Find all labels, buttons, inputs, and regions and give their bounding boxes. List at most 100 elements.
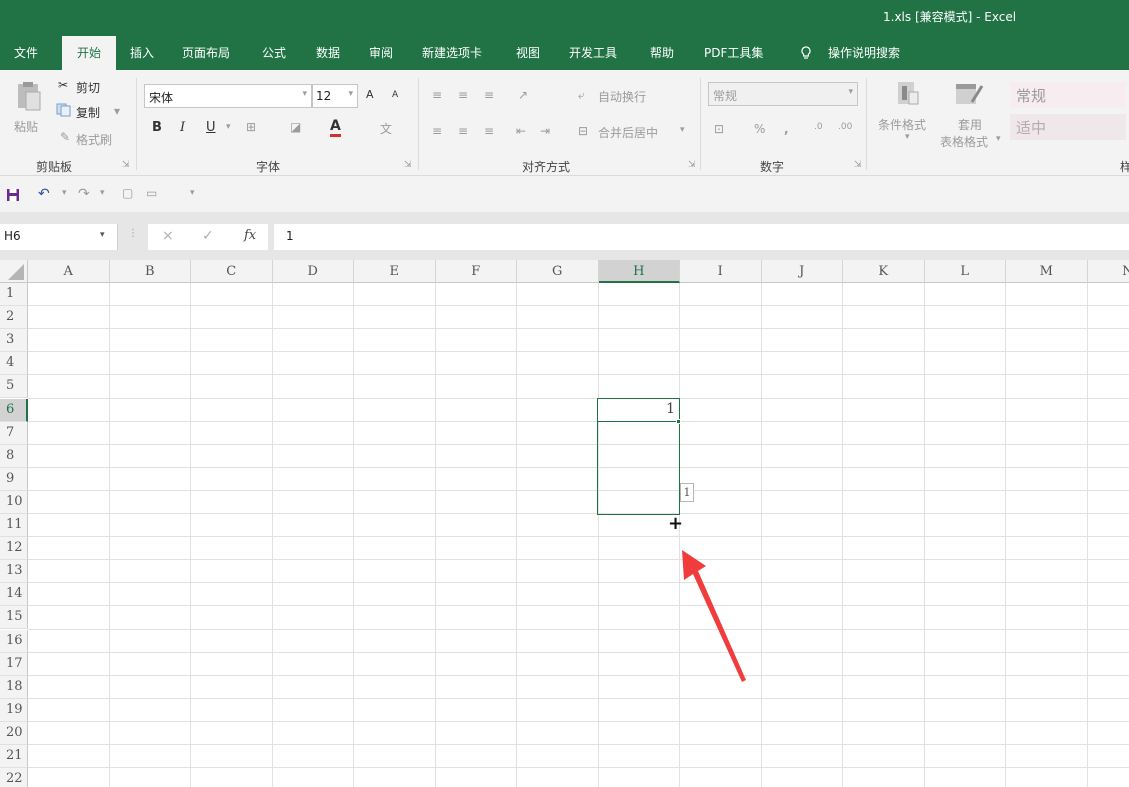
align-middle-icon[interactable]: ≡: [458, 88, 468, 102]
borders-icon[interactable]: ⊞: [246, 120, 256, 134]
row-header-22[interactable]: 22: [0, 768, 28, 787]
paste-label[interactable]: 粘贴: [14, 118, 38, 135]
orientation-icon[interactable]: ↗: [518, 88, 528, 102]
row-header-3[interactable]: 3: [0, 329, 28, 353]
tab-home[interactable]: 开始: [62, 36, 116, 70]
row-header-16[interactable]: 16: [0, 629, 28, 653]
font-launcher-icon[interactable]: ⇲: [404, 160, 412, 170]
tab-new-tab[interactable]: 新建选项卡: [422, 36, 482, 70]
tab-data[interactable]: 数据: [316, 36, 340, 70]
formula-input[interactable]: 1: [274, 224, 1129, 250]
tab-insert[interactable]: 插入: [130, 36, 154, 70]
wrap-text-button[interactable]: 自动换行: [598, 88, 646, 105]
underline-button[interactable]: U: [206, 120, 216, 135]
increase-decimal-icon[interactable]: .0: [814, 122, 823, 132]
redo-icon[interactable]: ↷: [78, 186, 90, 202]
tab-help[interactable]: 帮助: [650, 36, 674, 70]
column-header-H[interactable]: H: [598, 260, 680, 283]
clipboard-launcher-icon[interactable]: ⇲: [122, 160, 130, 170]
row-header-13[interactable]: 13: [0, 560, 28, 584]
drag-handle-icon[interactable]: ⋮: [128, 228, 138, 239]
row-header-15[interactable]: 15: [0, 606, 28, 630]
chevron-down-icon[interactable]: ▾: [996, 134, 1001, 144]
italic-button[interactable]: I: [180, 120, 185, 135]
column-header-F[interactable]: F: [435, 260, 517, 283]
bold-button[interactable]: B: [152, 120, 162, 135]
row-header-5[interactable]: 5: [0, 375, 28, 399]
worksheet-grid[interactable]: A B C D E F G H I J K L M N 1 2 3 4 5 6 7 8 9 10 11 12 13 14 15 16 17 1…: [0, 260, 1129, 787]
conditional-format-icon[interactable]: [896, 80, 922, 108]
tab-pdf-tools[interactable]: PDF工具集: [704, 36, 763, 70]
tell-me-search[interactable]: 操作说明搜索: [828, 36, 900, 70]
row-header-6[interactable]: 6: [0, 398, 28, 422]
number-launcher-icon[interactable]: ⇲: [854, 160, 862, 170]
active-cell-H6[interactable]: 1: [597, 398, 680, 422]
wrap-text-icon[interactable]: ⤶: [578, 88, 585, 103]
format-painter-icon[interactable]: ✎: [60, 130, 70, 144]
insert-function-button[interactable]: fx: [244, 228, 256, 243]
style-neutral[interactable]: 适中: [1010, 114, 1126, 140]
tab-developer[interactable]: 开发工具: [569, 36, 617, 70]
column-header-E[interactable]: E: [354, 260, 436, 283]
format-as-table-line1[interactable]: 套用: [958, 116, 982, 133]
align-left-icon[interactable]: ≡: [432, 124, 442, 138]
align-center-icon[interactable]: ≡: [458, 124, 468, 138]
row-header-20[interactable]: 20: [0, 721, 28, 745]
phonetic-button[interactable]: 文: [380, 120, 392, 137]
row-header-11[interactable]: 11: [0, 514, 28, 538]
tab-file[interactable]: 文件: [14, 36, 38, 70]
row-header-1[interactable]: 1: [0, 283, 28, 307]
font-name-select[interactable]: 宋体 ▾: [144, 84, 312, 108]
column-header-L[interactable]: L: [924, 260, 1006, 283]
column-header-N[interactable]: N: [1087, 260, 1129, 283]
row-header-14[interactable]: 14: [0, 583, 28, 607]
column-header-C[interactable]: C: [191, 260, 273, 283]
row-header-8[interactable]: 8: [0, 444, 28, 468]
chevron-down-icon[interactable]: ▾: [905, 132, 910, 142]
column-header-M[interactable]: M: [1006, 260, 1088, 283]
merge-center-button[interactable]: 合并后居中: [598, 124, 658, 141]
fill-color-icon[interactable]: ◪: [290, 120, 301, 134]
tab-view[interactable]: 视图: [516, 36, 540, 70]
conditional-format-button[interactable]: 条件格式: [878, 116, 926, 133]
row-header-2[interactable]: 2: [0, 306, 28, 330]
save-icon[interactable]: [6, 188, 20, 202]
print-preview-icon[interactable]: ▢: [122, 186, 133, 200]
tab-page-layout[interactable]: 页面布局: [182, 36, 230, 70]
format-painter-button[interactable]: 格式刷: [76, 131, 112, 148]
row-header-12[interactable]: 12: [0, 537, 28, 561]
column-header-A[interactable]: A: [28, 260, 110, 283]
currency-icon[interactable]: ⊡: [714, 122, 724, 136]
column-header-J[interactable]: J: [761, 260, 843, 283]
row-header-18[interactable]: 18: [0, 675, 28, 699]
align-top-icon[interactable]: ≡: [432, 88, 442, 102]
alignment-launcher-icon[interactable]: ⇲: [688, 160, 696, 170]
font-size-select[interactable]: 12 ▾: [312, 84, 358, 108]
align-right-icon[interactable]: ≡: [484, 124, 494, 138]
tab-review[interactable]: 审阅: [369, 36, 393, 70]
customize-qat-icon[interactable]: ▾: [190, 188, 195, 198]
row-header-19[interactable]: 19: [0, 698, 28, 722]
cut-button[interactable]: 剪切: [76, 79, 100, 96]
row-header-4[interactable]: 4: [0, 352, 28, 376]
cut-icon[interactable]: ✂: [58, 78, 68, 92]
column-header-I[interactable]: I: [680, 260, 762, 283]
column-header-B[interactable]: B: [109, 260, 191, 283]
row-header-7[interactable]: 7: [0, 421, 28, 445]
row-header-17[interactable]: 17: [0, 652, 28, 676]
copy-dropdown-icon[interactable]: ▾: [114, 104, 120, 118]
column-header-K[interactable]: K: [843, 260, 925, 283]
increase-indent-icon[interactable]: ⇥: [540, 124, 550, 138]
copy-icon[interactable]: [56, 103, 72, 117]
cancel-button[interactable]: ×: [162, 228, 174, 244]
comma-button[interactable]: ,: [784, 122, 789, 136]
align-bottom-icon[interactable]: ≡: [484, 88, 494, 102]
merge-center-icon[interactable]: ⊟: [578, 124, 588, 138]
format-as-table-line2[interactable]: 表格格式: [940, 133, 988, 150]
column-header-G[interactable]: G: [517, 260, 599, 283]
row-header-10[interactable]: 10: [0, 490, 28, 514]
row-header-9[interactable]: 9: [0, 467, 28, 491]
select-all-corner[interactable]: [0, 260, 28, 283]
chevron-down-icon[interactable]: ▾: [226, 122, 231, 132]
format-as-table-icon[interactable]: [954, 80, 984, 108]
